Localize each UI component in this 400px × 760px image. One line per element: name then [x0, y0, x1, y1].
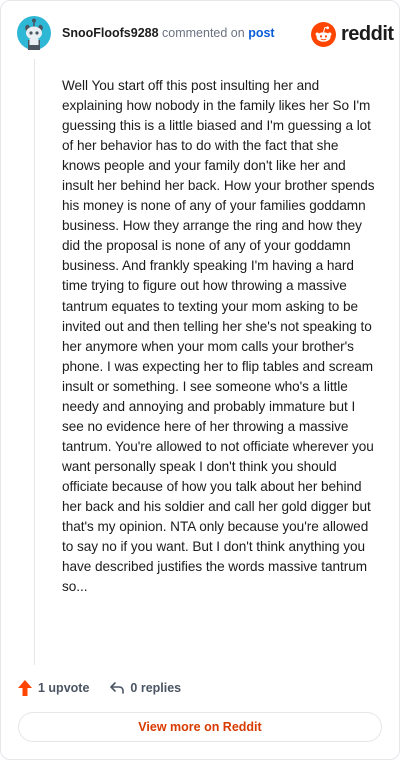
replies-count: 0 replies [130, 681, 182, 695]
username-link[interactable]: SnooFloofs9288 [62, 26, 159, 40]
post-link[interactable]: post [248, 26, 274, 40]
embedded-comment-card: SnooFloofs9288 commented on post reddit … [0, 0, 400, 760]
comment-actions: 1 upvote 0 replies [17, 677, 181, 699]
reddit-wordmark: reddit [341, 22, 394, 45]
reddit-logo-icon [311, 21, 336, 47]
reply-arrow-icon [110, 682, 125, 694]
snoo-avatar-icon [17, 16, 51, 50]
avatar[interactable] [17, 16, 51, 50]
comment-header: SnooFloofs9288 commented on post [62, 26, 275, 40]
view-more-on-reddit-button[interactable]: View more on Reddit [18, 712, 382, 742]
thread-line[interactable] [34, 59, 35, 665]
commented-on-text: commented on [162, 26, 245, 40]
upvote-button[interactable]: 1 upvote [17, 679, 89, 697]
reddit-logo[interactable]: reddit [311, 21, 394, 47]
upvote-count: 1 upvote [38, 681, 90, 695]
upvote-arrow-icon [18, 680, 32, 696]
comment-body: Well You start off this post insulting h… [62, 78, 375, 595]
replies-button[interactable]: 0 replies [109, 680, 181, 696]
